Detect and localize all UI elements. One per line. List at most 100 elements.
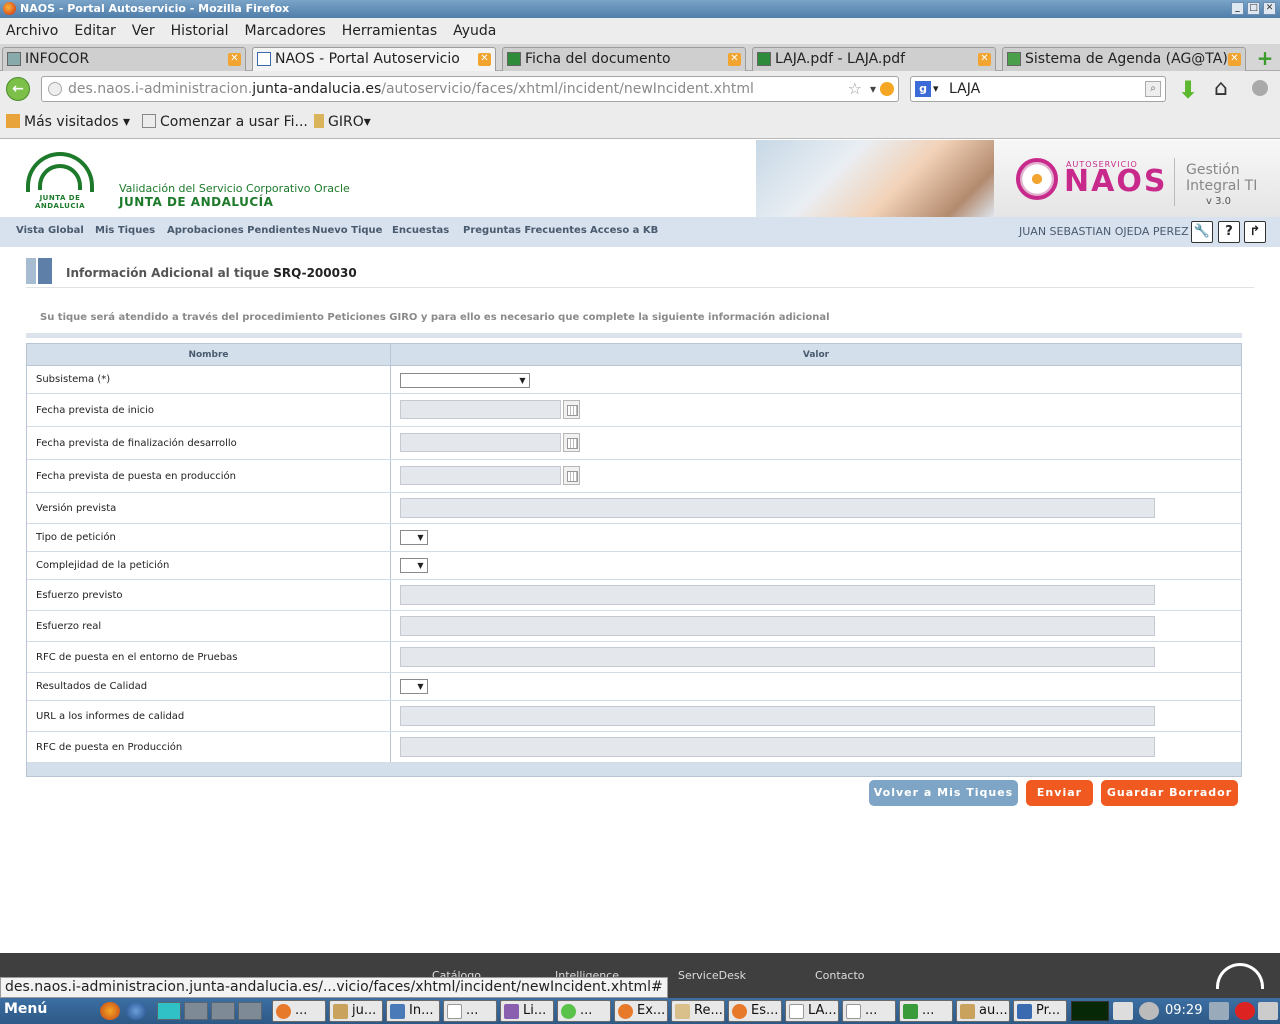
url-informes-field[interactable] xyxy=(400,706,1155,726)
taskbar-label: ... xyxy=(295,1003,308,1018)
fecha-fin-desarrollo-field[interactable] xyxy=(400,433,561,452)
url-path: /autoservicio/faces/xhtml/incident/newIn… xyxy=(381,81,754,97)
menu-marcadores[interactable]: Marcadores xyxy=(245,23,326,39)
nav-encuestas[interactable]: Encuestas xyxy=(392,225,449,236)
logout-icon[interactable]: ↱ xyxy=(1244,221,1266,243)
home-icon[interactable]: ⌂ xyxy=(1214,76,1228,101)
subsistema-select[interactable]: ▼ xyxy=(400,373,530,388)
network-icon[interactable] xyxy=(1139,1002,1159,1020)
fecha-inicio-field[interactable] xyxy=(400,400,561,419)
nav-vista-global[interactable]: Vista Global xyxy=(16,225,84,236)
minimize-button[interactable]: _ xyxy=(1231,2,1244,15)
tab-infocor[interactable]: INFOCOR ✕ xyxy=(2,47,246,71)
globe-icon xyxy=(48,82,62,96)
esfuerzo-real-field[interactable] xyxy=(400,616,1155,636)
chevron-down-icon[interactable]: ▾ xyxy=(933,77,939,101)
help-icon[interactable]: ? xyxy=(1218,221,1240,243)
search-input[interactable]: g ▾ LAJA ⌕ xyxy=(910,76,1166,102)
bookmark-comenzar[interactable]: Comenzar a usar Fi... xyxy=(142,114,308,130)
app-launcher-icon[interactable] xyxy=(126,1002,146,1020)
tab-laja[interactable]: LAJA.pdf - LAJA.pdf ✕ xyxy=(752,47,996,71)
maximize-button[interactable]: □ xyxy=(1247,2,1260,15)
menu-editar[interactable]: Editar xyxy=(74,23,115,39)
close-window-button[interactable]: ✕ xyxy=(1263,2,1276,15)
calendar-icon[interactable] xyxy=(563,466,580,485)
send-button[interactable]: Enviar xyxy=(1026,780,1093,806)
search-icon[interactable]: ⌕ xyxy=(1145,81,1161,97)
bookmark-mas-visitados[interactable]: Más visitados ▾ xyxy=(6,114,130,130)
start-menu[interactable]: Menú xyxy=(4,1001,47,1017)
download-icon[interactable]: ⬇ xyxy=(1178,76,1198,104)
taskbar-button[interactable]: ... xyxy=(557,1000,611,1022)
volume-icon[interactable] xyxy=(1258,1002,1278,1020)
power-icon[interactable] xyxy=(1235,1002,1255,1020)
new-tab-icon[interactable]: + xyxy=(1254,48,1276,70)
back-to-tickets-button[interactable]: Volver a Mis Tiques xyxy=(869,780,1018,806)
version-prevista-field[interactable] xyxy=(400,498,1155,518)
menu-herramientas[interactable]: Herramientas xyxy=(342,23,437,39)
taskbar-label: Pr... xyxy=(1036,1003,1061,1018)
bookmark-star-icon[interactable]: ☆ xyxy=(848,77,862,101)
tipo-peticion-select[interactable]: ▼ xyxy=(400,530,428,545)
taskbar-button[interactable]: ... xyxy=(443,1000,497,1022)
taskbar-button[interactable]: Ex... xyxy=(614,1000,668,1022)
taskbar-button[interactable]: ... xyxy=(272,1000,326,1022)
menu-ver[interactable]: Ver xyxy=(132,23,155,39)
field-label: URL a los informes de calidad xyxy=(27,701,391,731)
taskbar-button[interactable]: Pr... xyxy=(1013,1000,1067,1022)
workspace-4[interactable] xyxy=(238,1002,262,1020)
footer-servicedesk[interactable]: ServiceDesk xyxy=(678,969,746,982)
reload-icon[interactable] xyxy=(880,82,894,96)
tab-naos[interactable]: NAOS - Portal Autoservicio ✕ xyxy=(252,47,496,72)
calendar-icon[interactable] xyxy=(563,433,580,452)
nav-preguntas[interactable]: Preguntas Frecuentes xyxy=(463,225,587,236)
resultados-calidad-select[interactable]: ▼ xyxy=(400,679,428,694)
menu-ayuda[interactable]: Ayuda xyxy=(453,23,496,39)
display-icon[interactable] xyxy=(1209,1002,1229,1020)
calendar-icon[interactable] xyxy=(563,400,580,419)
field-label: Esfuerzo previsto xyxy=(27,580,391,610)
nav-nuevo-tique[interactable]: Nuevo Tique xyxy=(312,225,382,236)
google-icon[interactable]: g xyxy=(915,81,931,97)
magnifier-icon[interactable] xyxy=(1113,1002,1133,1020)
taskbar-button[interactable]: Es... xyxy=(728,1000,782,1022)
complejidad-select[interactable]: ▼ xyxy=(400,558,428,573)
addon-icon[interactable] xyxy=(1252,80,1268,96)
menu-archivo[interactable]: Archivo xyxy=(6,23,58,39)
footer-contacto[interactable]: Contacto xyxy=(815,969,865,982)
workspace-1[interactable] xyxy=(157,1002,181,1020)
taskbar-button[interactable]: ju... xyxy=(329,1000,383,1022)
taskbar-button[interactable]: Re... xyxy=(671,1000,725,1022)
close-tab-icon[interactable]: ✕ xyxy=(1228,53,1241,66)
nav-aprobaciones[interactable]: Aprobaciones Pendientes xyxy=(167,225,310,236)
nav-acceso-kb[interactable]: Acceso a KB xyxy=(590,225,658,236)
taskbar-button[interactable]: In... xyxy=(386,1000,440,1022)
firefox-launcher-icon[interactable] xyxy=(100,1002,120,1020)
close-tab-icon[interactable]: ✕ xyxy=(478,53,491,66)
workspace-3[interactable] xyxy=(211,1002,235,1020)
fecha-produccion-field[interactable] xyxy=(400,466,561,485)
esfuerzo-previsto-field[interactable] xyxy=(400,585,1155,605)
taskbar-button[interactable]: au... xyxy=(956,1000,1010,1022)
chevron-down-icon[interactable]: ▾ xyxy=(870,77,876,101)
tab-agenda[interactable]: Sistema de Agenda (AG@TA) ✕ xyxy=(1002,47,1246,71)
rfc-produccion-field[interactable] xyxy=(400,737,1155,757)
back-arrow-icon[interactable]: ← xyxy=(6,77,30,101)
close-tab-icon[interactable]: ✕ xyxy=(728,53,741,66)
cpu-monitor-graph xyxy=(1071,1001,1109,1021)
menu-historial[interactable]: Historial xyxy=(171,23,229,39)
close-tab-icon[interactable]: ✕ xyxy=(228,53,241,66)
wrench-icon[interactable]: 🔧 xyxy=(1191,221,1213,243)
bookmark-giro[interactable]: GIRO▾ xyxy=(314,114,371,130)
tab-ficha[interactable]: Ficha del documento ✕ xyxy=(502,47,746,71)
save-draft-button[interactable]: Guardar Borrador xyxy=(1101,780,1238,806)
taskbar-button[interactable]: Li... xyxy=(500,1000,554,1022)
taskbar-button[interactable]: LA... xyxy=(785,1000,839,1022)
taskbar-button[interactable]: ... xyxy=(899,1000,953,1022)
rfc-pruebas-field[interactable] xyxy=(400,647,1155,667)
workspace-2[interactable] xyxy=(184,1002,208,1020)
taskbar-button[interactable]: ... xyxy=(842,1000,896,1022)
close-tab-icon[interactable]: ✕ xyxy=(978,53,991,66)
url-bar[interactable]: des.naos.i-administracion.junta-andaluci… xyxy=(41,76,899,102)
nav-mis-tiques[interactable]: Mis Tiques xyxy=(95,225,155,236)
